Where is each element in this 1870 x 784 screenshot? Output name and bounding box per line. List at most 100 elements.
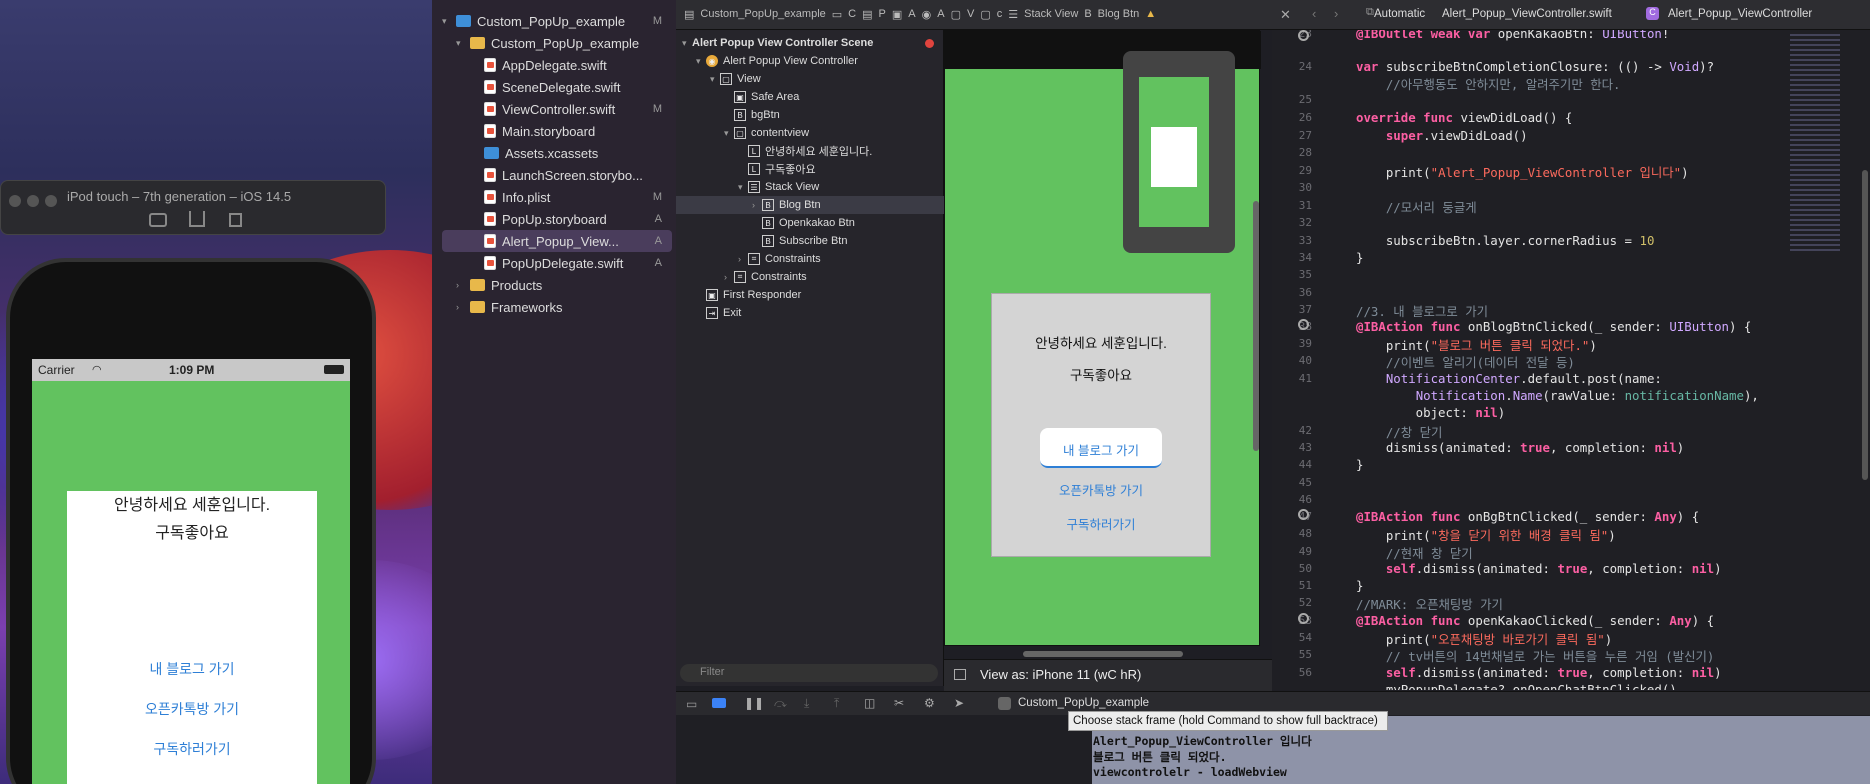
outline-item[interactable]: › ⌗ Constraints <box>676 250 944 268</box>
home-icon[interactable] <box>189 211 205 227</box>
jump-crumb[interactable]: P <box>879 8 886 21</box>
close-editor-icon[interactable]: ✕ <box>1280 7 1291 23</box>
jump-crumb[interactable]: A <box>937 8 944 21</box>
code-minimap[interactable] <box>1780 30 1870 690</box>
canvas-subtitle-label[interactable]: 구독좋아요 <box>992 364 1210 384</box>
disclosure-icon[interactable]: ▾ <box>724 128 734 139</box>
jump-crumb[interactable]: c <box>997 8 1003 21</box>
outline-item[interactable]: ▾ ◉ Alert Popup View Controller <box>676 52 944 70</box>
navigator-item[interactable]: Info.plist M <box>442 186 672 208</box>
greeting-label: 안녕하세요 세훈입니다. <box>113 497 271 514</box>
jump-symbol[interactable]: Alert_Popup_ViewController <box>1668 8 1812 20</box>
outlet-connection-icon[interactable] <box>1298 30 1309 41</box>
disclosure-icon[interactable]: ▾ <box>456 38 466 49</box>
outline-item[interactable]: ▣ Safe Area <box>676 88 944 106</box>
canvas-kakao-button[interactable]: 오픈카톡방 가기 <box>992 480 1210 499</box>
navigator-item[interactable]: ▾ Custom_PopUp_example M <box>442 10 672 32</box>
environment-icon[interactable]: ⚙ <box>924 696 935 710</box>
jump-crumb[interactable]: C <box>848 8 856 21</box>
rotate-icon[interactable] <box>229 213 242 227</box>
back-icon[interactable]: ‹ <box>1312 6 1316 21</box>
outline-item[interactable]: B Subscribe Btn <box>676 232 944 250</box>
jump-mode[interactable]: Automatic <box>1374 8 1425 20</box>
disclosure-icon[interactable]: › <box>724 272 734 282</box>
disclosure-icon[interactable]: ▾ <box>696 56 706 67</box>
vertical-scrollbar[interactable] <box>1253 201 1259 451</box>
view-debugger-icon[interactable]: ◫ <box>864 696 875 710</box>
disclosure-icon[interactable]: › <box>752 200 762 210</box>
outline-item[interactable]: ▾ ▢ View <box>676 70 944 88</box>
screenshot-icon[interactable] <box>149 213 167 227</box>
disclosure-icon[interactable]: ▾ <box>682 38 692 49</box>
disclosure-icon[interactable]: › <box>456 302 466 312</box>
disclosure-icon[interactable]: ▾ <box>442 16 452 27</box>
outline-item[interactable]: ▾ ▢ contentview <box>676 124 944 142</box>
blog-button[interactable]: 내 블로그 가기 <box>67 659 317 679</box>
navigator-item[interactable]: Alert_Popup_View... A <box>442 230 672 252</box>
minimize-window-button[interactable] <box>27 195 39 207</box>
warning-icon[interactable]: ▲ <box>1145 8 1156 21</box>
horizontal-scrollbar[interactable] <box>1023 651 1183 657</box>
hide-debug-icon[interactable]: ▭ <box>686 697 697 711</box>
outline-item[interactable]: BbgBtn <box>676 106 944 124</box>
view-as-label[interactable]: View as: iPhone 11 (wC hR) <box>980 667 1141 682</box>
process-label[interactable]: Custom_PopUp_example <box>1018 697 1149 709</box>
editor-scrollbar[interactable] <box>1862 170 1868 480</box>
navigator-item[interactable]: › Frameworks <box>442 296 672 318</box>
subscribe-button[interactable]: 구독하러가기 <box>67 739 317 759</box>
jump-crumb[interactable]: V <box>967 8 974 21</box>
outline-item[interactable]: L 구독좋아요 <box>676 160 944 178</box>
action-connection-icon[interactable] <box>1298 319 1309 330</box>
navigator-item[interactable]: Main.storyboard <box>442 120 672 142</box>
memory-graph-icon[interactable]: ✂ <box>894 696 904 710</box>
breakpoints-icon[interactable] <box>712 698 726 708</box>
navigator-item[interactable]: Assets.xcassets <box>442 142 672 164</box>
canvas-content-view[interactable]: 안녕하세요 세훈입니다. 구독좋아요 내 블로그 가기 오픈카톡방 가기 구독하… <box>991 293 1211 557</box>
disclosure-icon[interactable]: › <box>738 254 748 264</box>
outline-toggle-icon[interactable] <box>954 669 966 680</box>
openkakao-button[interactable]: 오픈카톡방 가기 <box>67 699 317 719</box>
navigator-item[interactable]: LaunchScreen.storybo... <box>442 164 672 186</box>
close-window-button[interactable] <box>9 195 21 207</box>
error-icon[interactable] <box>925 38 934 48</box>
navigator-item[interactable]: › Products <box>442 274 672 296</box>
outline-item[interactable]: L 안녕하세요 세훈입니다. <box>676 142 944 160</box>
jump-project[interactable]: Custom_PopUp_example <box>700 8 825 21</box>
canvas-greeting-label[interactable]: 안녕하세요 세훈입니다. <box>992 332 1210 352</box>
related-items-icon[interactable]: ⧉ <box>1366 6 1374 19</box>
navigator-item[interactable]: ViewController.swift M <box>442 98 672 120</box>
zoom-window-button[interactable] <box>45 195 57 207</box>
outline-item[interactable]: ▣ First Responder <box>676 286 944 304</box>
disclosure-icon[interactable]: ▾ <box>738 182 748 193</box>
outline-item[interactable]: ⇥ Exit <box>676 304 944 322</box>
disclosure-icon[interactable]: › <box>456 280 466 290</box>
forward-icon[interactable]: › <box>1334 6 1338 21</box>
action-connection-icon[interactable] <box>1298 509 1309 520</box>
navigator-item[interactable]: PopUp.storyboard A <box>442 208 672 230</box>
navigator-item[interactable]: ▾ Custom_PopUp_example <box>442 32 672 54</box>
outline-item[interactable]: B Openkakao Btn <box>676 214 944 232</box>
location-icon[interactable]: ➤ <box>954 696 964 710</box>
outline-item[interactable]: › ⌗ Constraints <box>676 268 944 286</box>
action-connection-icon[interactable] <box>1298 613 1309 624</box>
jump-crumb[interactable]: Stack View <box>1024 8 1078 21</box>
step-over-icon[interactable]: ⤼ <box>774 696 787 711</box>
outline-item[interactable]: › B Blog Btn <box>676 196 944 214</box>
step-out-icon[interactable]: ⤒ <box>834 696 839 711</box>
simulator-titlebar[interactable]: iPod touch – 7th generation – iOS 14.5 <box>0 180 386 235</box>
navigator-item[interactable]: AppDelegate.swift <box>442 54 672 76</box>
step-in-icon[interactable]: ⤓ <box>804 696 809 711</box>
disclosure-icon[interactable]: ▾ <box>710 74 720 85</box>
navigator-item[interactable]: SceneDelegate.swift <box>442 76 672 98</box>
jump-crumb[interactable]: Blog Btn <box>1098 8 1140 21</box>
outline-item[interactable]: ▾ Alert Popup View Controller Scene <box>676 34 944 52</box>
canvas-subscribe-button[interactable]: 구독하러가기 <box>992 514 1210 533</box>
canvas-blog-button[interactable]: 내 블로그 가기 <box>1040 428 1162 468</box>
filter-field[interactable]: Filter <box>680 664 938 682</box>
device-screen[interactable]: Carrier ◠ 1:09 PM 안녕하세요 세훈입니다. 구독좋아요 내 블… <box>32 359 350 784</box>
jump-crumb[interactable]: A <box>908 8 915 21</box>
navigator-item[interactable]: PopUpDelegate.swift A <box>442 252 672 274</box>
outline-item[interactable]: ▾ ☰ Stack View <box>676 178 944 196</box>
pause-icon[interactable]: ❚❚ <box>744 696 764 710</box>
jump-file[interactable]: Alert_Popup_ViewController.swift <box>1442 8 1612 20</box>
